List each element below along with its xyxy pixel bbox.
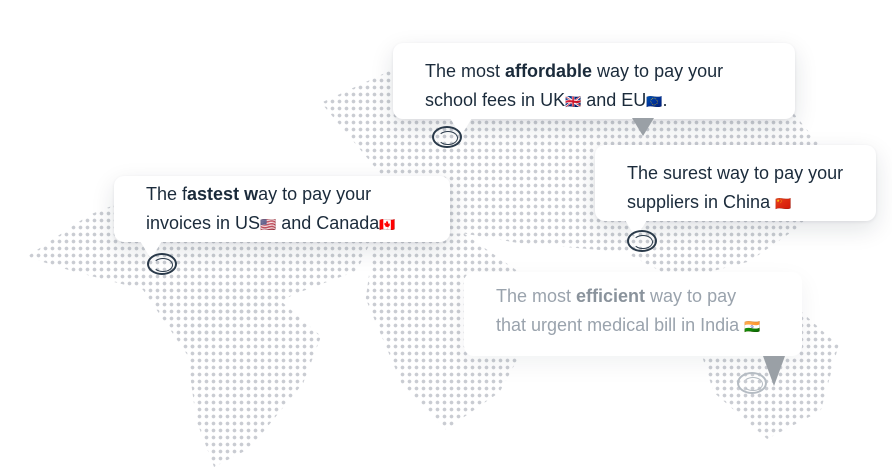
uk-text-end: . (662, 90, 668, 110)
us-text-line2: invoices in US (146, 213, 261, 233)
india-text-line2: that urgent medical bill in India (496, 315, 745, 335)
china-location-pin-icon (627, 230, 657, 252)
india-text-bold: efficient (576, 286, 646, 306)
india-card: The most efficient way to pay that urgen… (464, 272, 802, 356)
india-location-pin-icon (737, 372, 767, 394)
china-card-line2: suppliers in China 🇨🇳 (627, 188, 844, 218)
uk-text-post: way to pay your (592, 61, 724, 81)
uk-eu-card-line2: school fees in UK🇬🇧 and EU🇪🇺. (425, 86, 763, 116)
india-card-line2: that urgent medical bill in India 🇮🇳 (496, 311, 770, 341)
eu-flag-icon: 🇪🇺 (646, 94, 663, 109)
us-text-pre: The f (146, 184, 188, 204)
canada-text: and Canada (276, 213, 380, 233)
canada-flag-icon: 🇨🇦 (379, 217, 396, 232)
eu-pointer (632, 118, 654, 136)
india-text-post: way to pay (645, 286, 737, 306)
india-text-pre: The most (496, 286, 577, 306)
uk-flag-icon: 🇬🇧 (565, 94, 582, 109)
china-card: The surest way to pay your suppliers in … (595, 145, 876, 221)
us-location-pin-icon (147, 253, 177, 275)
china-flag-icon: 🇨🇳 (775, 196, 792, 211)
india-flag-icon: 🇮🇳 (744, 319, 761, 334)
us-text-bold: astest w (187, 184, 259, 204)
uk-eu-card: The most affordable way to pay your scho… (393, 43, 795, 119)
us-flag-icon: 🇺🇸 (260, 217, 277, 232)
uk-text-pre: The most (425, 61, 506, 81)
eu-text: and EU (581, 90, 647, 110)
uk-eu-card-line1: The most affordable way to pay your (425, 57, 763, 86)
us-canada-card-line2: invoices in US🇺🇸 and Canada🇨🇦 (146, 209, 418, 239)
china-card-line1: The surest way to pay your (627, 163, 844, 183)
india-card-line1: The most efficient way to pay (496, 282, 770, 311)
china-text-line2: suppliers in China (627, 192, 776, 212)
us-canada-card-line1: The fastest way to pay your (146, 180, 418, 209)
uk-location-pin-icon (432, 126, 462, 148)
us-canada-card: The fastest way to pay your invoices in … (114, 176, 450, 242)
us-text-post: ay to pay your (258, 184, 372, 204)
uk-text-line2: school fees in UK (425, 90, 566, 110)
uk-text-bold: affordable (505, 61, 593, 81)
